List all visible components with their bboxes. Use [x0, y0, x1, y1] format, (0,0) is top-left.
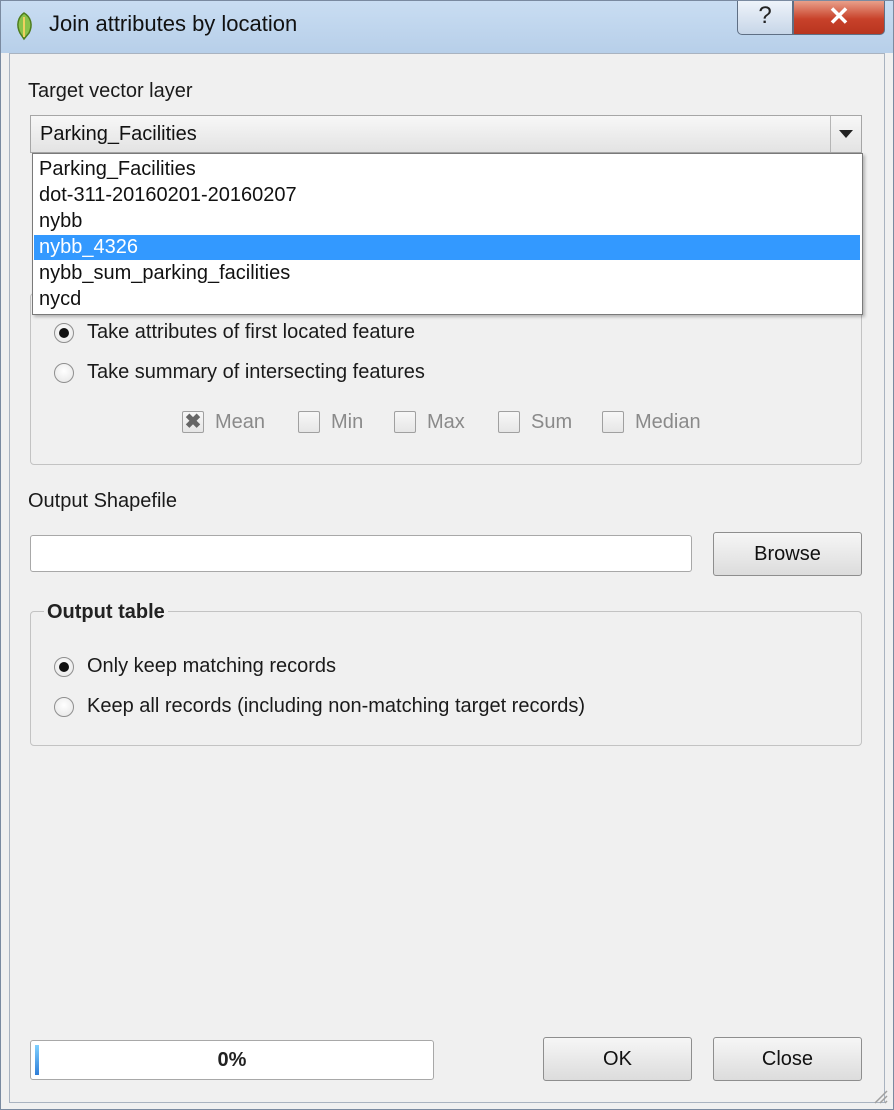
- dropdown-option[interactable]: nycd: [34, 287, 860, 312]
- output-shapefile-input[interactable]: [30, 535, 692, 572]
- ok-button[interactable]: OK: [543, 1037, 692, 1081]
- first-feature-radio[interactable]: [54, 323, 74, 343]
- summary-radio[interactable]: [54, 363, 74, 383]
- title-bar[interactable]: Join attributes by location ? ✕: [1, 1, 893, 53]
- stat-checkbox-mean[interactable]: ✖: [182, 411, 204, 433]
- help-button[interactable]: ?: [737, 1, 793, 35]
- output-shapefile-label: Output Shapefile: [28, 490, 177, 512]
- stat-label-sum: Sum: [531, 411, 573, 433]
- browse-button[interactable]: Browse: [713, 532, 862, 576]
- dropdown-option[interactable]: Parking_Facilities: [34, 157, 860, 182]
- keep-all-radio[interactable]: [54, 697, 74, 717]
- target-layer-label: Target vector layer: [28, 80, 193, 102]
- stat-checkbox-min[interactable]: [298, 411, 320, 433]
- stat-label-min: Min: [331, 411, 364, 433]
- progress-text: 0%: [217, 1049, 247, 1071]
- summary-label[interactable]: Take summary of intersecting features: [87, 361, 425, 384]
- dialog-window: Join attributes by location ? ✕ Target v…: [0, 0, 894, 1110]
- stat-label-max: Max: [427, 411, 465, 433]
- chevron-down-icon: [839, 130, 853, 138]
- window-close-button[interactable]: ✕: [793, 1, 885, 35]
- stat-label-mean: Mean: [215, 411, 266, 433]
- first-feature-label[interactable]: Take attributes of first located feature: [87, 321, 415, 344]
- close-button[interactable]: Close: [713, 1037, 862, 1081]
- output-table-group: [30, 611, 862, 746]
- progress-bar: 0%: [30, 1040, 434, 1080]
- dropdown-option[interactable]: nybb: [34, 209, 860, 234]
- stat-label-median: Median: [635, 411, 701, 433]
- stat-checkbox-median[interactable]: [602, 411, 624, 433]
- keep-all-label[interactable]: Keep all records (including non-matching…: [87, 695, 585, 718]
- stat-checkbox-sum[interactable]: [498, 411, 520, 433]
- help-icon: ?: [758, 2, 772, 29]
- qgis-app-icon: [17, 12, 32, 41]
- window-title: Join attributes by location: [49, 11, 298, 36]
- combo-dropdown-button[interactable]: [830, 116, 861, 152]
- target-layer-combo[interactable]: Parking_Facilities: [30, 115, 862, 153]
- checkmark-x-icon: ✖: [184, 411, 202, 433]
- target-layer-dropdown-list: Parking_Facilities dot-311-20160201-20160…: [32, 153, 863, 315]
- output-table-title: Output table: [44, 601, 168, 624]
- stat-checkbox-max[interactable]: [394, 411, 416, 433]
- dropdown-option[interactable]: dot-311-20160201-20160207: [34, 183, 860, 208]
- close-icon: ✕: [828, 1, 850, 31]
- dropdown-option[interactable]: nybb_4326: [34, 235, 860, 260]
- keep-matching-radio[interactable]: [54, 657, 74, 677]
- resize-grip-icon[interactable]: [869, 1085, 889, 1105]
- dropdown-option[interactable]: nybb_sum_parking_facilities: [34, 261, 860, 286]
- keep-matching-label[interactable]: Only keep matching records: [87, 655, 336, 678]
- target-layer-value: Parking_Facilities: [40, 123, 197, 145]
